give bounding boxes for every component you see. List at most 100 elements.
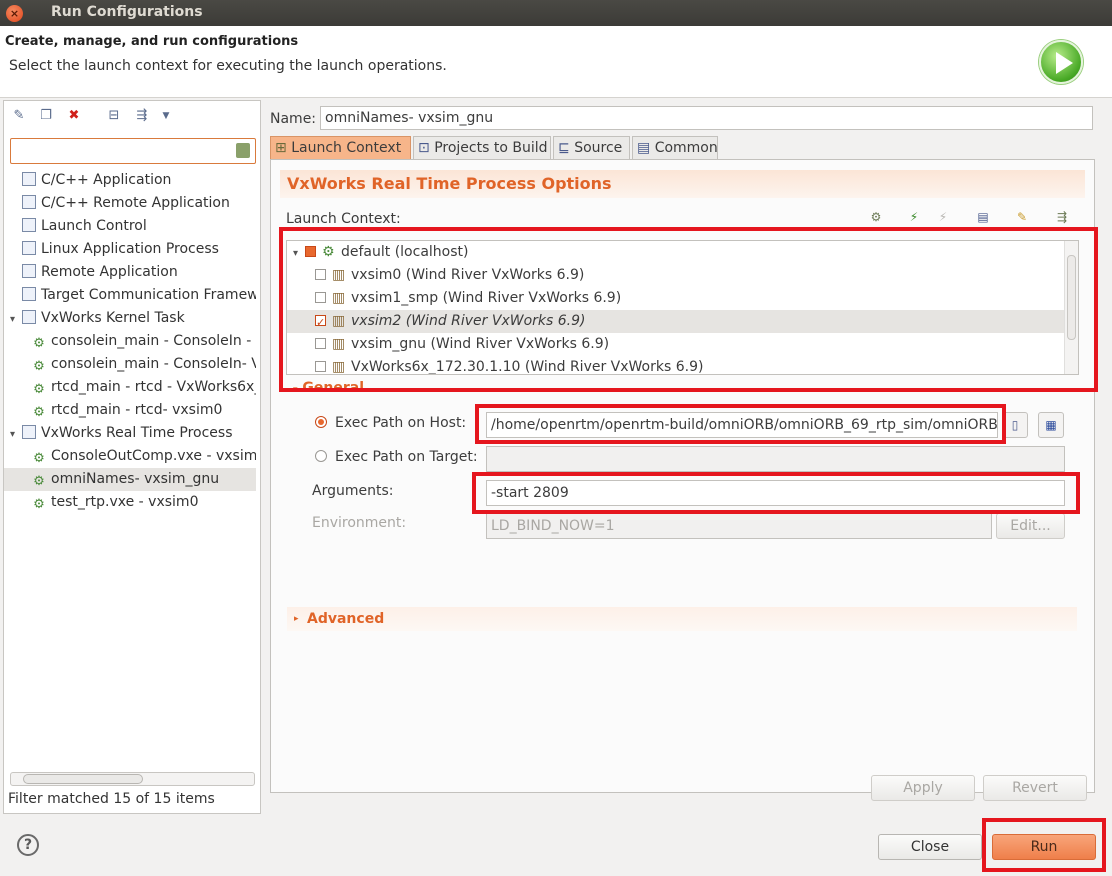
launch-type-icon (22, 241, 36, 255)
exec-target-label: Exec Path on Target: (335, 449, 478, 465)
sidebar-item[interactable]: Target Communication Framewo (4, 284, 256, 307)
tab-projects-to-build[interactable]: ⊡ Projects to Build (413, 136, 551, 160)
launch-config-icon: ⚙ (33, 382, 45, 397)
new-config-icon[interactable]: ✎ (11, 108, 27, 124)
apply-button: Apply (871, 775, 975, 801)
sidebar-item[interactable]: ⚙ omniNames- vxsim_gnu (4, 468, 256, 491)
launch-config-icon: ⚙ (33, 474, 45, 489)
launch-config-icon: ⚙ (33, 359, 45, 374)
exec-path-highlight (475, 404, 1006, 444)
duplicate-config-icon[interactable]: ❐ (38, 108, 54, 124)
sidebar-item[interactable]: ⚙ test_rtp.vxe - vxsim0 (4, 491, 256, 514)
arguments-label: Arguments: (312, 483, 394, 499)
sidebar-item-label: omniNames- vxsim_gnu (51, 471, 220, 487)
collapse-all-icon[interactable]: ⊟ (106, 108, 122, 124)
sidebar-item[interactable]: ⚙ rtcd_main - rtcd- vxsim0 (4, 399, 256, 422)
advanced-section-label[interactable]: ▸ Advanced (287, 607, 1077, 631)
tab-source[interactable]: ⊑ Source (553, 136, 630, 160)
revert-button: Revert (983, 775, 1087, 801)
exec-target-input (486, 446, 1065, 472)
sidebar-item-label: VxWorks Kernel Task (41, 310, 185, 326)
dialog-header: Create, manage, and run configurations S… (0, 26, 1112, 98)
connect-icon[interactable]: ⚡ (906, 210, 922, 226)
close-button[interactable]: Close (878, 834, 982, 860)
name-input[interactable]: omniNames- vxsim_gnu (320, 106, 1093, 130)
tab-common[interactable]: ▤ Common (632, 136, 718, 160)
clear-filter-icon[interactable] (236, 143, 250, 158)
launch-type-icon (22, 172, 36, 186)
sidebar-item-label: rtcd_main - rtcd - VxWorks6x_ (51, 379, 256, 395)
run-button[interactable]: Run (992, 834, 1096, 860)
properties-icon[interactable]: ▤ (975, 210, 991, 226)
sidebar-item[interactable]: ▾ VxWorks Real Time Process (4, 422, 256, 445)
sidebar-item-label: consolein_main - ConsoleIn- Vx (51, 356, 256, 372)
launch-type-icon (22, 310, 36, 324)
name-label: Name: (270, 111, 317, 127)
sidebar-item[interactable]: C/C++ Application (4, 169, 256, 192)
exec-host-label: Exec Path on Host: (335, 415, 467, 431)
add-connection-icon[interactable]: ⚙ (868, 210, 884, 226)
sidebar-item[interactable]: Launch Control (4, 215, 256, 238)
launch-type-icon (22, 218, 36, 232)
edit-target-icon[interactable]: ✎ (1014, 210, 1030, 226)
environment-label: Environment: (312, 515, 407, 531)
arguments-highlight (472, 472, 1080, 514)
sidebar-item[interactable]: Remote Application (4, 261, 256, 284)
configuration-tree-panel: ✎ ❐ ✖ ⊟ ⇶ ▼ C/C++ Application C/C++ Remot… (3, 100, 261, 814)
run-banner-icon (1039, 40, 1083, 84)
sidebar-item-label: Target Communication Framewo (41, 287, 256, 303)
title-bar: × Run Configurations (0, 0, 1112, 26)
exec-target-option[interactable]: Exec Path on Target: (315, 449, 478, 465)
launch-config-icon: ⚙ (33, 405, 45, 420)
section-title: VxWorks Real Time Process Options (280, 170, 1085, 198)
launch-context-menu-icon[interactable]: ⇶ (1054, 210, 1070, 226)
configuration-editor: Name: omniNames- vxsim_gnu ⊞ Launch Cont… (264, 100, 1109, 814)
sidebar-item[interactable]: ⚙ ConsoleOutComp.vxe - vxsim_ (4, 445, 256, 468)
sidebar-item[interactable]: Linux Application Process (4, 238, 256, 261)
header-title: Create, manage, and run configurations (5, 34, 299, 49)
filter-input[interactable] (10, 138, 256, 164)
exec-host-option[interactable]: Exec Path on Host: (315, 415, 466, 431)
view-menu-icon[interactable]: ▼ (158, 108, 174, 124)
sidebar-item-label: Linux Application Process (41, 241, 219, 257)
launch-context-label: Launch Context: (286, 211, 401, 227)
expand-toggle-icon[interactable]: ▾ (10, 423, 22, 445)
sidebar-item-label: ConsoleOutComp.vxe - vxsim_ (51, 448, 256, 464)
sidebar-item[interactable]: ⚙ rtcd_main - rtcd - VxWorks6x_ (4, 376, 256, 399)
launch-type-icon (22, 287, 36, 301)
exec-target-radio[interactable] (315, 450, 327, 462)
close-window-icon[interactable]: × (6, 5, 23, 22)
sidebar-item[interactable]: ▾ VxWorks Kernel Task (4, 307, 256, 330)
sidebar-item-label: Remote Application (41, 264, 178, 280)
disconnect-icon: ⚡ (938, 210, 948, 224)
sidebar-item-label: VxWorks Real Time Process (41, 425, 233, 441)
environment-input: LD_BIND_NOW=1 (486, 513, 992, 539)
launch-config-icon: ⚙ (33, 451, 45, 466)
sidebar-item[interactable]: ⚙ consolein_main - ConsoleIn- Vx (4, 353, 256, 376)
header-message: Select the launch context for executing … (9, 58, 447, 74)
filter-config-icon[interactable]: ⇶ (134, 108, 150, 124)
scroll-thumb[interactable] (23, 774, 143, 784)
expand-toggle-icon[interactable]: ▾ (10, 308, 22, 330)
tab-launch-context[interactable]: ⊞ Launch Context (270, 136, 411, 160)
sidebar-item[interactable]: C/C++ Remote Application (4, 192, 256, 215)
launch-config-icon: ⚙ (33, 497, 45, 512)
sidebar-item-label: consolein_main - ConsoleIn - vx (51, 333, 256, 349)
browse-workspace-icon[interactable]: ▦ (1038, 412, 1064, 438)
launch-type-icon (22, 195, 36, 209)
launch-type-icon (22, 425, 36, 439)
sidebar-item-label: C/C++ Remote Application (41, 195, 230, 211)
edit-environment-button: Edit... (996, 513, 1065, 539)
filter-status: Filter matched 15 of 15 items (8, 791, 215, 807)
sidebar-item-label: rtcd_main - rtcd- vxsim0 (51, 402, 223, 418)
sidebar-item-label: Launch Control (41, 218, 147, 234)
help-icon[interactable]: ? (17, 834, 39, 856)
delete-config-icon[interactable]: ✖ (66, 108, 82, 124)
exec-host-radio[interactable] (315, 416, 327, 428)
context-list-highlight (279, 227, 1098, 392)
sidebar-item[interactable]: ⚙ consolein_main - ConsoleIn - vx (4, 330, 256, 353)
tree-horizontal-scrollbar[interactable] (10, 772, 255, 786)
launch-config-icon: ⚙ (33, 336, 45, 351)
window-title: Run Configurations (51, 4, 203, 20)
launch-type-icon (22, 264, 36, 278)
